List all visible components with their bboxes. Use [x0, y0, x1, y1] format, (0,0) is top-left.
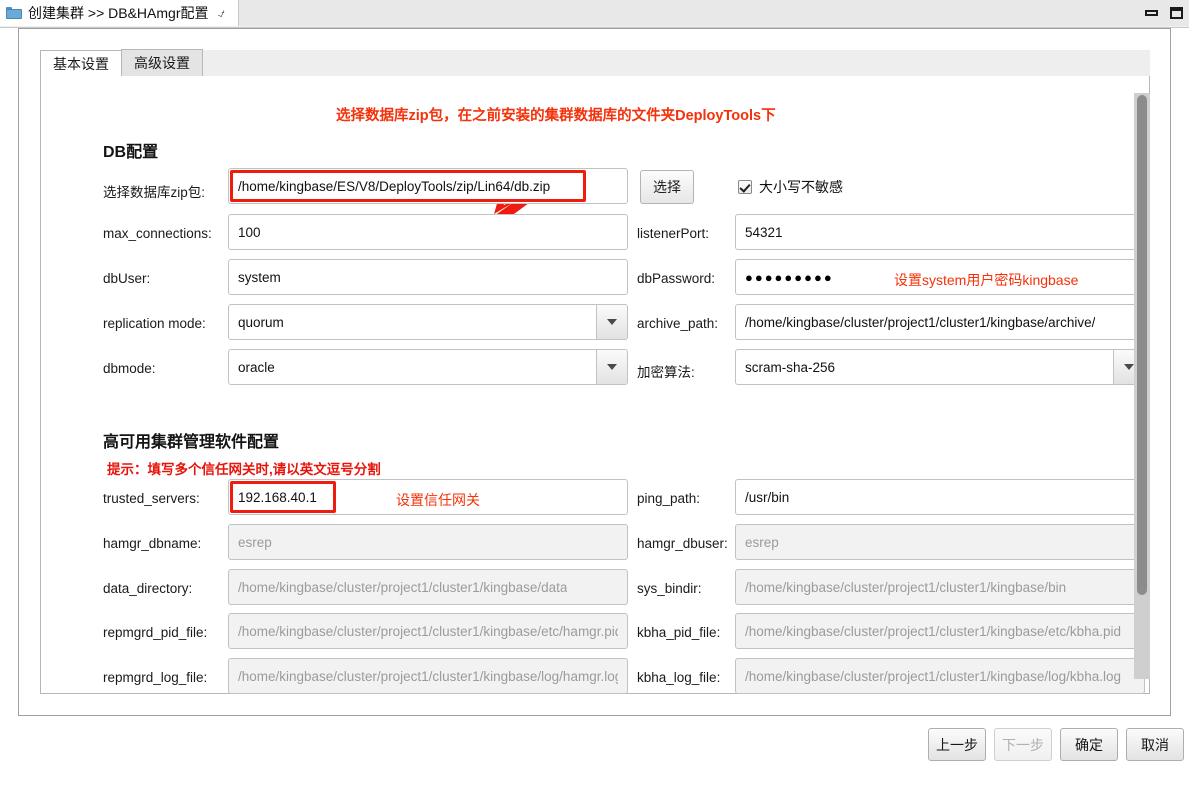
ha-section-title: 高可用集群管理软件配置	[103, 434, 280, 451]
listener-port-label: listenerPort:	[637, 226, 710, 241]
max-connections-label: max_connections:	[103, 226, 212, 241]
dialog-footer: 上一步 下一步 确定 取消	[0, 728, 1189, 768]
db-user-input[interactable]: system	[228, 259, 628, 295]
encrypt-algo-select[interactable]: scram-sha-256	[735, 349, 1145, 385]
password-annotation-note: 设置system用户密码kingbase	[894, 272, 1079, 288]
window-controls	[1145, 0, 1183, 26]
document-tab[interactable]: 创建集群 >> DB&HAmgr配置 ⍻	[0, 0, 239, 26]
replication-mode-label: replication mode:	[103, 316, 206, 331]
dialog-panel: 基本设置 高级设置 选择数据库zip包，在之前安装的集群数据库的文件夹Deplo…	[18, 28, 1171, 716]
ping-path-label: ping_path:	[637, 491, 701, 506]
listener-port-value: 54321	[745, 224, 783, 240]
prev-step-button[interactable]: 上一步	[928, 728, 986, 761]
zip-input[interactable]: /home/kingbase/ES/V8/DeployTools/zip/Lin…	[228, 168, 628, 204]
kbha-pid-file-input: /home/kingbase/cluster/project1/cluster1…	[735, 613, 1145, 649]
application-window: 创建集群 >> DB&HAmgr配置 ⍻ 基本设置 高级设置 选择数据库zip包…	[0, 0, 1189, 796]
confirm-button-label: 确定	[1075, 736, 1103, 753]
prev-step-button-label: 上一步	[936, 736, 978, 753]
trusted-servers-annotation-note: 设置信任网关	[396, 492, 480, 508]
zip-input-value: /home/kingbase/ES/V8/DeployTools/zip/Lin…	[238, 178, 551, 194]
hamgr-dbuser-value: esrep	[745, 534, 779, 550]
choose-file-button[interactable]: 选择	[640, 170, 694, 204]
hamgr-dbuser-input: esrep	[735, 524, 1145, 560]
repmgrd-pid-file-label: repmgrd_pid_file:	[103, 625, 208, 640]
title-bar: 创建集群 >> DB&HAmgr配置 ⍻	[0, 0, 1189, 28]
chevron-down-icon[interactable]	[596, 350, 627, 384]
db-password-value: ●●●●●●●●●	[745, 269, 834, 285]
data-directory-label: data_directory:	[103, 581, 193, 596]
next-step-button-label: 下一步	[1002, 736, 1044, 753]
tab-advanced-settings[interactable]: 高级设置	[121, 49, 203, 76]
max-connections-input[interactable]: 100	[228, 214, 628, 250]
sys-bindir-input: /home/kingbase/cluster/project1/cluster1…	[735, 569, 1145, 605]
archive-path-label: archive_path:	[637, 316, 719, 331]
kbha-log-file-label: kbha_log_file:	[637, 670, 721, 685]
repmgrd-log-file-value: /home/kingbase/cluster/project1/cluster1…	[238, 668, 618, 684]
choose-file-button-label: 选择	[653, 179, 681, 195]
repmgrd-pid-file-value: /home/kingbase/cluster/project1/cluster1…	[238, 623, 618, 639]
tab-basic-settings[interactable]: 基本设置	[40, 50, 122, 77]
dbmode-value: oracle	[238, 359, 275, 375]
archive-path-value: /home/kingbase/cluster/project1/cluster1…	[745, 314, 1096, 330]
cancel-button[interactable]: 取消	[1126, 728, 1184, 761]
kbha-log-file-value: /home/kingbase/cluster/project1/cluster1…	[745, 668, 1121, 684]
hamgr-dbname-value: esrep	[238, 534, 272, 550]
ping-path-value: /usr/bin	[745, 489, 790, 505]
data-directory-value: /home/kingbase/cluster/project1/cluster1…	[238, 579, 568, 595]
trusted-servers-hint: 提示：填写多个信任网关时,请以英文逗号分割	[107, 462, 381, 477]
repmgrd-pid-file-input: /home/kingbase/cluster/project1/cluster1…	[228, 613, 628, 649]
kbha-pid-file-value: /home/kingbase/cluster/project1/cluster1…	[745, 623, 1121, 639]
max-connections-value: 100	[238, 224, 261, 240]
dbmode-label: dbmode:	[103, 361, 156, 376]
hamgr-dbuser-label: hamgr_dbuser:	[637, 536, 728, 551]
db-user-value: system	[238, 269, 281, 285]
case-insensitive-label: 大小写不敏感	[759, 179, 843, 195]
zip-annotation-note: 选择数据库zip包，在之前安装的集群数据库的文件夹DeployTools下	[336, 108, 776, 124]
vertical-scrollbar-thumb[interactable]	[1137, 95, 1147, 595]
case-insensitive-checkbox[interactable]: 大小写不敏感	[738, 177, 843, 197]
repmgrd-log-file-label: repmgrd_log_file:	[103, 670, 208, 685]
hamgr-dbname-input: esrep	[228, 524, 628, 560]
document-tab-title: 创建集群 >> DB&HAmgr配置	[28, 5, 209, 21]
db-section-title: DB配置	[103, 144, 159, 161]
sys-bindir-label: sys_bindir:	[637, 581, 702, 596]
folder-icon	[6, 6, 22, 20]
archive-path-input[interactable]: /home/kingbase/cluster/project1/cluster1…	[735, 304, 1145, 340]
confirm-button[interactable]: 确定	[1060, 728, 1118, 761]
listener-port-input[interactable]: 54321	[735, 214, 1145, 250]
data-directory-input: /home/kingbase/cluster/project1/cluster1…	[228, 569, 628, 605]
db-password-label: dbPassword:	[637, 271, 716, 286]
ping-path-input[interactable]: /usr/bin	[735, 479, 1145, 515]
kbha-log-file-input: /home/kingbase/cluster/project1/cluster1…	[735, 658, 1145, 694]
close-icon[interactable]: ⍻	[217, 7, 224, 20]
dbmode-select[interactable]: oracle	[228, 349, 628, 385]
maximize-icon[interactable]	[1170, 7, 1183, 19]
checkbox-checked-icon	[738, 180, 752, 194]
settings-content-panel: 选择数据库zip包，在之前安装的集群数据库的文件夹DeployTools下 DB…	[40, 76, 1150, 694]
next-step-button: 下一步	[994, 728, 1052, 761]
chevron-down-icon[interactable]	[596, 305, 627, 339]
sys-bindir-value: /home/kingbase/cluster/project1/cluster1…	[745, 579, 1067, 595]
replication-mode-select[interactable]: quorum	[228, 304, 628, 340]
encrypt-algo-label: 加密算法:	[637, 365, 695, 380]
trusted-servers-label: trusted_servers:	[103, 491, 200, 506]
cancel-button-label: 取消	[1141, 736, 1169, 753]
repmgrd-log-file-input: /home/kingbase/cluster/project1/cluster1…	[228, 658, 628, 694]
tab-bar: 基本设置 高级设置	[40, 49, 1150, 77]
tab-basic-settings-label: 基本设置	[53, 55, 109, 72]
zip-label: 选择数据库zip包:	[103, 185, 206, 200]
minimize-icon[interactable]	[1145, 10, 1158, 16]
replication-mode-value: quorum	[238, 314, 284, 330]
trusted-servers-value: 192.168.40.1	[238, 489, 317, 505]
kbha-pid-file-label: kbha_pid_file:	[637, 625, 721, 640]
encrypt-algo-value: scram-sha-256	[745, 359, 836, 375]
hamgr-dbname-label: hamgr_dbname:	[103, 536, 202, 551]
db-user-label: dbUser:	[103, 271, 151, 286]
tab-advanced-settings-label: 高级设置	[134, 55, 190, 71]
